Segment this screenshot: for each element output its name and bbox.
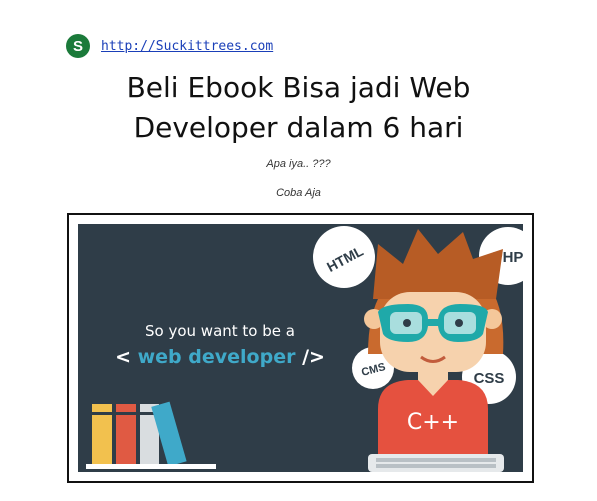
web-developer-banner: HTML PHP CMS CSS So you want to be a < w… [78, 224, 523, 472]
banner-headline: < web developer /> [115, 346, 325, 368]
html-bubble: HTML [313, 226, 375, 288]
developer-character-illustration: C++ [364, 229, 504, 472]
shirt-logo-text: C++ [407, 410, 459, 435]
title-line-1: Beli Ebook Bisa jadi Web [126, 71, 471, 104]
banner-tagline: So you want to be a [145, 322, 295, 340]
banner-image-frame: HTML PHP CMS CSS So you want to be a < w… [67, 213, 534, 483]
site-logo-icon: S [66, 34, 90, 58]
title-line-2: Developer dalam 6 hari [133, 111, 464, 144]
page-title: Beli Ebook Bisa jadi Web Developer dalam… [0, 68, 597, 148]
logo-letter: S [73, 38, 83, 55]
css-bubble-label: CSS [474, 370, 505, 387]
site-header: S http://Suckittrees.com [66, 34, 273, 58]
site-url-link[interactable]: http://Suckittrees.com [101, 39, 273, 54]
subtitle-try-it: Coba Aja [276, 187, 321, 199]
subtitle-question: Apa iya.. ??? [266, 158, 331, 170]
